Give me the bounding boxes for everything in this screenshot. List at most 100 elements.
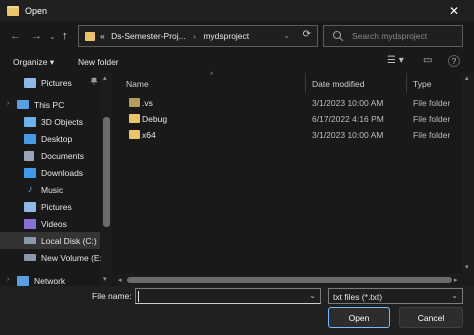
pc-icon	[17, 100, 29, 109]
sidebar-item-label: 3D Objects	[41, 116, 84, 127]
breadcrumb-separator: ›	[193, 31, 196, 41]
file-type: File folder	[413, 98, 451, 108]
preview-pane-icon[interactable]: ▭	[423, 55, 432, 66]
sidebar-item-label: Local Disk (C:)	[41, 235, 97, 246]
sidebar-item-pictures-quick[interactable]: Pictures	[0, 74, 100, 91]
sidebar-item-label: Pictures	[41, 201, 72, 212]
file-name-input[interactable]: ⌄	[135, 288, 321, 304]
column-header-date[interactable]: Date modified	[312, 79, 364, 89]
folder-icon	[7, 5, 19, 16]
sidebar-item-label: Downloads	[41, 167, 84, 178]
sidebar-item-label: Network	[34, 275, 66, 286]
file-list[interactable]: ^ Name Date modified Type .vs 3/1/2023 1…	[117, 72, 474, 286]
file-list-vertical-scrollbar[interactable]: ▴ ▾	[462, 73, 474, 286]
network-icon	[17, 275, 29, 286]
view-options-icon[interactable]: ☰ ▾	[387, 55, 404, 66]
chevron-down-icon[interactable]: ⌄	[283, 31, 290, 40]
navigation-pane[interactable]: Pictures › This PC 3D Objects Desktop Do…	[0, 73, 113, 286]
breadcrumb-overflow[interactable]: «	[100, 31, 105, 41]
sort-ascending-icon: ^	[210, 72, 214, 79]
close-button[interactable]: ✕	[434, 0, 474, 21]
file-type: File folder	[413, 130, 451, 140]
column-header-row: ^ Name Date modified Type	[117, 72, 462, 93]
pictures-icon	[24, 77, 36, 88]
sidebar-item-desktop[interactable]: Desktop	[0, 130, 100, 147]
folder-icon	[85, 31, 95, 41]
new-folder-button[interactable]: New folder	[78, 57, 119, 67]
sidebar-item-local-disk-c[interactable]: Local Disk (C:)	[0, 232, 100, 249]
sidebar-item-3d-objects[interactable]: 3D Objects	[0, 113, 100, 130]
folder-icon	[129, 114, 140, 123]
open-button[interactable]: Open	[328, 307, 390, 328]
search-icon	[332, 30, 344, 42]
back-button[interactable]: ←	[10, 29, 21, 43]
sidebar-scrollbar[interactable]: ▴ ▾	[101, 73, 112, 286]
table-row[interactable]: .vs 3/1/2023 10:00 AM File folder	[117, 95, 462, 111]
window-title: Open	[25, 5, 48, 16]
breadcrumb-item-mydsproject[interactable]: mydsproject	[203, 31, 249, 41]
scroll-up-arrow-icon[interactable]: ▴	[103, 74, 107, 82]
table-row[interactable]: x64 3/1/2023 10:00 AM File folder	[117, 127, 462, 143]
chevron-right-icon[interactable]: ›	[7, 276, 9, 283]
file-name: x64	[142, 130, 156, 140]
sidebar-scroll-thumb[interactable]	[103, 117, 110, 227]
refresh-icon[interactable]: ⟳	[303, 29, 311, 40]
help-icon[interactable]: ?	[448, 55, 460, 67]
desktop-icon	[24, 133, 36, 144]
downloads-icon	[24, 167, 36, 178]
sidebar-item-videos[interactable]: Videos	[0, 215, 100, 232]
scroll-up-arrow-icon[interactable]: ▴	[465, 74, 469, 82]
pictures-icon	[24, 201, 36, 212]
column-divider[interactable]	[406, 73, 407, 93]
folder-icon	[129, 98, 140, 107]
file-date: 6/17/2022 4:16 PM	[312, 114, 384, 124]
file-type-filter-value: txt files (*.txt)	[333, 292, 383, 302]
cancel-button[interactable]: Cancel	[399, 307, 463, 328]
sidebar-item-pictures[interactable]: Pictures	[0, 198, 100, 215]
sidebar-item-new-volume-e[interactable]: New Volume (E:)	[0, 249, 105, 266]
horizontal-scroll-thumb[interactable]	[127, 277, 452, 283]
sidebar-item-downloads[interactable]: Downloads	[0, 164, 100, 181]
drive-icon	[24, 237, 36, 244]
text-caret	[138, 291, 139, 302]
search-placeholder: Search mydsproject	[352, 31, 428, 41]
column-header-type[interactable]: Type	[413, 79, 431, 89]
column-header-name[interactable]: Name	[126, 79, 149, 89]
forward-button[interactable]: →	[31, 29, 42, 43]
search-input[interactable]: Search mydsproject	[323, 25, 463, 47]
address-bar[interactable]: « Ds-Semester-Proj... › mydsproject ⌄ ⟳	[78, 25, 318, 47]
documents-icon	[24, 150, 34, 161]
scroll-down-arrow-icon[interactable]: ▾	[103, 275, 107, 283]
column-divider[interactable]	[305, 73, 306, 93]
file-type-filter-select[interactable]: txt files (*.txt) ⌄	[328, 288, 463, 304]
videos-icon	[24, 218, 36, 229]
pin-icon	[90, 77, 98, 87]
table-row[interactable]: Debug 6/17/2022 4:16 PM File folder	[117, 111, 462, 127]
close-icon: ✕	[448, 3, 460, 18]
sidebar-item-label: Music	[41, 184, 64, 195]
sidebar-item-documents[interactable]: Documents	[0, 147, 100, 164]
scroll-right-arrow-icon[interactable]: ▸	[454, 276, 458, 284]
organize-button[interactable]: Organize ▾	[13, 57, 54, 68]
scroll-down-arrow-icon[interactable]: ▾	[465, 263, 469, 271]
chevron-right-icon[interactable]: ›	[7, 100, 9, 107]
sidebar-item-label: Pictures	[41, 77, 72, 88]
sidebar-item-music[interactable]: ♪ Music	[0, 181, 100, 198]
up-button[interactable]: ↑	[62, 29, 68, 43]
cube-icon	[24, 116, 36, 127]
scroll-left-arrow-icon[interactable]: ◂	[118, 276, 122, 284]
cancel-button-label: Cancel	[417, 312, 445, 323]
command-toolbar: Organize ▾ New folder ☰ ▾ ▭ ?	[0, 51, 474, 73]
sidebar-item-network[interactable]: › Network	[0, 272, 100, 286]
file-list-horizontal-scrollbar[interactable]: ◂ ▸	[117, 274, 462, 286]
file-name: .vs	[142, 98, 153, 108]
chevron-down-icon[interactable]: ⌄	[309, 291, 316, 300]
recent-locations-button[interactable]: ⌄	[49, 30, 56, 44]
breadcrumb-item-ds-semester[interactable]: Ds-Semester-Proj...	[111, 31, 186, 41]
file-name-label: File name:	[92, 291, 132, 301]
breadcrumb: « Ds-Semester-Proj... › mydsproject	[100, 31, 249, 41]
folder-icon	[129, 130, 140, 139]
music-icon: ♪	[27, 183, 33, 195]
sidebar-item-label: Desktop	[41, 133, 73, 144]
sidebar-item-this-pc[interactable]: › This PC	[0, 96, 100, 113]
